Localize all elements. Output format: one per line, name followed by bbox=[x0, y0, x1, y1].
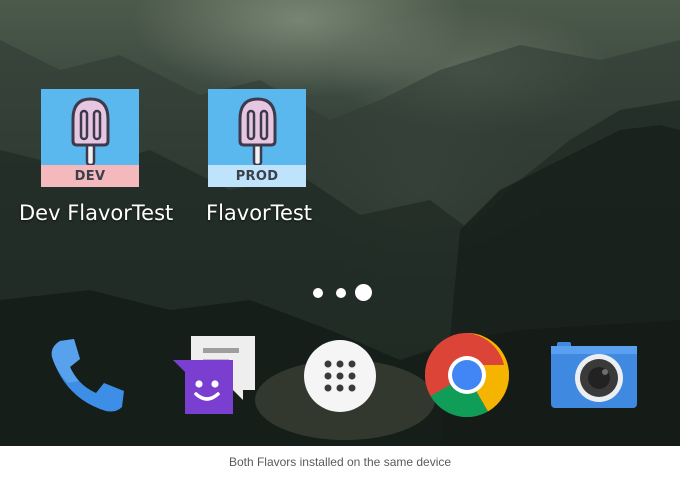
messages-icon[interactable] bbox=[169, 332, 261, 418]
caption: Both Flavors installed on the same devic… bbox=[0, 446, 680, 477]
dev-flavortest-label[interactable]: Dev FlavorTest bbox=[19, 201, 173, 225]
home-screen: DEV Dev FlavorTest PROD FlavorTest bbox=[0, 0, 680, 446]
camera-icon[interactable] bbox=[551, 338, 637, 414]
page-dot-current[interactable] bbox=[355, 284, 372, 301]
dev-badge: DEV bbox=[41, 165, 139, 187]
page-indicator[interactable] bbox=[305, 280, 375, 304]
flavortest-label[interactable]: FlavorTest bbox=[206, 201, 312, 225]
flavortest-app-icon[interactable]: PROD bbox=[208, 89, 306, 187]
prod-badge: PROD bbox=[208, 165, 306, 187]
dev-flavortest-app-icon[interactable]: DEV bbox=[41, 89, 139, 187]
chrome-icon[interactable] bbox=[424, 332, 510, 418]
page-dot[interactable] bbox=[313, 288, 323, 298]
app-drawer-icon[interactable] bbox=[302, 338, 378, 414]
dock bbox=[0, 330, 680, 430]
page-dot[interactable] bbox=[336, 288, 346, 298]
phone-icon[interactable] bbox=[46, 335, 126, 415]
